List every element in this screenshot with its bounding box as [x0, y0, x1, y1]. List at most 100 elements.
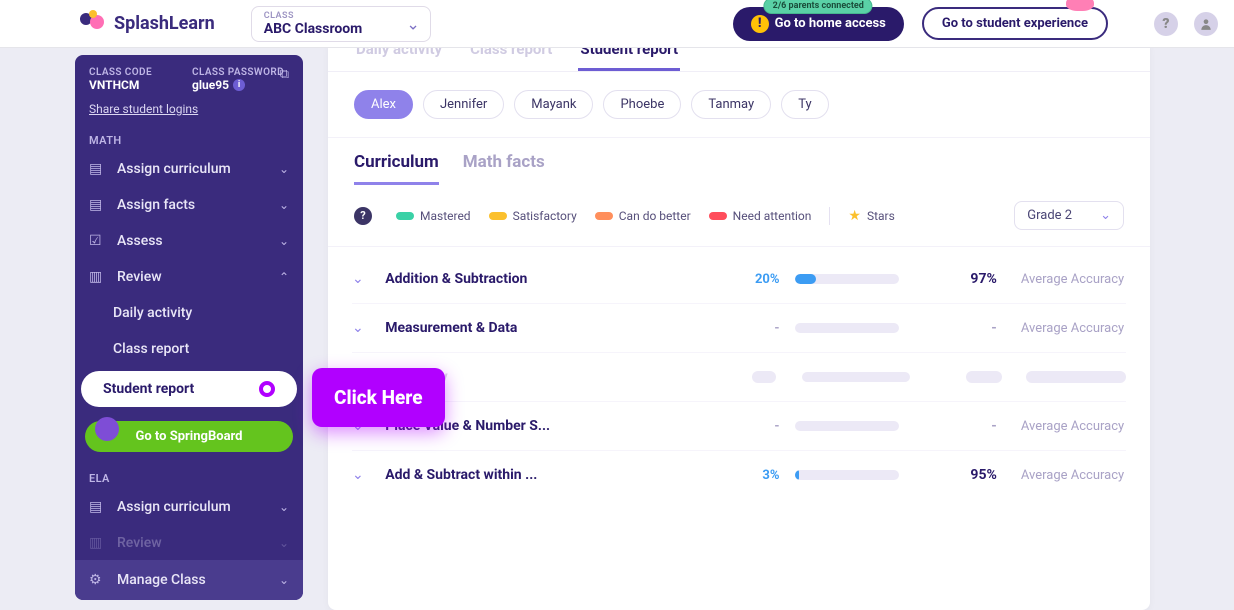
sidebar-item-assess[interactable]: ☑ Assess ⌄ — [75, 223, 303, 259]
topic-name: Addition & Subtraction — [385, 271, 725, 287]
progress-bar — [795, 323, 898, 333]
chevron-down-icon: ⌄ — [279, 573, 289, 587]
sidebar-item-daily-activity[interactable]: Daily activity — [75, 295, 303, 331]
home-access-label: Go to home access — [775, 16, 886, 31]
subtab-row: Curriculum Math facts — [328, 138, 1150, 185]
springboard-button[interactable]: Go to SpringBoard — [85, 421, 293, 452]
chevron-down-icon: ⌄ — [279, 234, 289, 248]
student-chip-tanmay[interactable]: Tanmay — [691, 90, 771, 119]
sidebar-item-assign-curriculum[interactable]: ▤ Assign curriculum ⌄ — [75, 151, 303, 187]
progress-bar — [795, 274, 898, 284]
accuracy-label: Average Accuracy — [1021, 321, 1126, 336]
nav-label: Assess — [117, 233, 279, 249]
logo-icon — [76, 5, 108, 42]
sidebar-item-review[interactable]: ▥ Review ⌃ — [75, 259, 303, 295]
legend-mastered: Mastered — [396, 209, 471, 223]
student-chip-jennifer[interactable]: Jennifer — [423, 90, 504, 119]
student-experience-button[interactable]: Go to student experience — [922, 7, 1108, 40]
topic-percent: 3% — [741, 468, 779, 483]
share-student-logins-link[interactable]: Share student logins — [89, 102, 289, 116]
student-chip-mayank[interactable]: Mayank — [514, 90, 593, 119]
accuracy-percent: 97% — [955, 271, 997, 287]
report-card: Daily activity Class report Student repo… — [328, 40, 1150, 610]
gear-icon: ⚙ — [89, 572, 107, 588]
class-selector-label: CLASS — [264, 11, 390, 21]
sidebar-item-assign-facts[interactable]: ▤ Assign facts ⌄ — [75, 187, 303, 223]
sidebar-item-ela-assign-curriculum[interactable]: ▤ Assign curriculum ⌄ — [75, 489, 303, 525]
sidebar: CLASS CODE VNTHCM CLASS PASSWORD glue95 … — [75, 55, 303, 600]
nav-label: Class report — [113, 341, 189, 357]
legend-can-do-better: Can do better — [595, 209, 691, 223]
math-section-label: MATH — [75, 124, 303, 151]
accuracy-label: Average Accuracy — [1021, 272, 1126, 287]
legend-satisfactory: Satisfactory — [489, 209, 577, 223]
topic-row: ⌄ Addition & Subtraction 20% 97% Average… — [352, 255, 1126, 304]
nav-label: Manage Class — [117, 572, 279, 588]
chevron-down-icon: ⌄ — [279, 536, 289, 550]
ela-section-label: ELA — [75, 462, 303, 489]
grade-selector[interactable]: Grade 2 ⌄ — [1014, 201, 1124, 230]
curriculum-icon: ▤ — [89, 161, 107, 177]
star-icon: ★ — [848, 208, 861, 224]
topic-row: ⌄ Add & Subtract within ... 3% 95% Avera… — [352, 451, 1126, 499]
sidebar-item-class-report[interactable]: Class report — [75, 331, 303, 367]
skeleton-block — [966, 371, 1002, 383]
skeleton-block — [752, 371, 776, 383]
chevron-down-icon[interactable]: ⌄ — [352, 271, 369, 287]
chevron-down-icon[interactable]: ⌄ — [352, 467, 369, 483]
grade-selector-value: Grade 2 — [1027, 208, 1072, 223]
class-selector-value: ABC Classroom — [264, 21, 390, 37]
click-here-callout: Click Here — [312, 368, 445, 427]
accuracy-percent: 95% — [955, 467, 997, 483]
legend-row: ? Mastered Satisfactory Can do better Ne… — [328, 185, 1150, 247]
nav-label: Daily activity — [113, 305, 192, 321]
topic-name: Measurement & Data — [385, 320, 725, 336]
accuracy-label: Average Accuracy — [1021, 468, 1126, 483]
chevron-down-icon[interactable]: ⌄ — [352, 320, 369, 336]
topic-percent: - — [741, 419, 779, 434]
class-code-label: CLASS CODE — [89, 67, 186, 78]
student-chip-ty[interactable]: Ty — [781, 90, 828, 119]
nav-label: Assign curriculum — [117, 499, 279, 515]
nav-label: Student report — [103, 381, 259, 397]
review-icon: ▥ — [89, 535, 107, 551]
home-access-wrap: 2/6 parents connected ! Go to home acces… — [733, 7, 904, 41]
alert-icon: ! — [751, 15, 769, 33]
app-header: SplashLearn CLASS ABC Classroom ⌄ 2/6 pa… — [0, 0, 1234, 48]
sidebar-item-manage-class[interactable]: ⚙ Manage Class ⌄ — [75, 560, 303, 600]
class-password-label: CLASS PASSWORD — [192, 67, 289, 78]
chevron-down-icon: ⌄ — [279, 500, 289, 514]
facts-icon: ▤ — [89, 197, 107, 213]
student-chip-alex[interactable]: Alex — [354, 90, 413, 119]
student-chip-row: Alex Jennifer Mayank Phoebe Tanmay Ty — [328, 72, 1150, 138]
legend-need-attention: Need attention — [709, 209, 812, 223]
logo-text: SplashLearn — [114, 13, 215, 34]
active-dot-icon — [259, 381, 275, 397]
accuracy-label: Average Accuracy — [1021, 419, 1126, 434]
help-icon[interactable]: ? — [1154, 12, 1178, 36]
chevron-down-icon: ⌄ — [279, 162, 289, 176]
nav-label: Review — [117, 535, 279, 551]
sidebar-item-ela-review[interactable]: ▥ Review ⌄ — [75, 525, 303, 561]
subtab-curriculum[interactable]: Curriculum — [354, 152, 439, 185]
nav-label: Review — [117, 269, 279, 285]
review-icon: ▥ — [89, 269, 107, 285]
progress-bar — [795, 421, 898, 431]
parents-connected-badge: 2/6 parents connected — [764, 0, 873, 14]
chevron-down-icon: ⌄ — [279, 198, 289, 212]
curriculum-icon: ▤ — [89, 499, 107, 515]
copy-icon[interactable]: ⧉ — [280, 67, 289, 82]
legend-stars: ★Stars — [848, 208, 894, 224]
student-chip-phoebe[interactable]: Phoebe — [603, 90, 681, 119]
nav-label: Assign curriculum — [117, 161, 279, 177]
progress-bar — [802, 372, 910, 382]
account-icon[interactable] — [1194, 12, 1218, 36]
help-icon[interactable]: ? — [354, 207, 372, 225]
topic-row: ⌄ Place Value & Number S... - - Average … — [352, 402, 1126, 451]
accuracy-percent: - — [955, 320, 997, 336]
sidebar-item-student-report[interactable]: Student report — [81, 371, 297, 407]
info-icon[interactable]: i — [233, 79, 245, 91]
subtab-mathfacts[interactable]: Math facts — [463, 152, 545, 185]
class-selector[interactable]: CLASS ABC Classroom ⌄ — [251, 6, 431, 42]
class-code-value: VNTHCM — [89, 78, 186, 92]
